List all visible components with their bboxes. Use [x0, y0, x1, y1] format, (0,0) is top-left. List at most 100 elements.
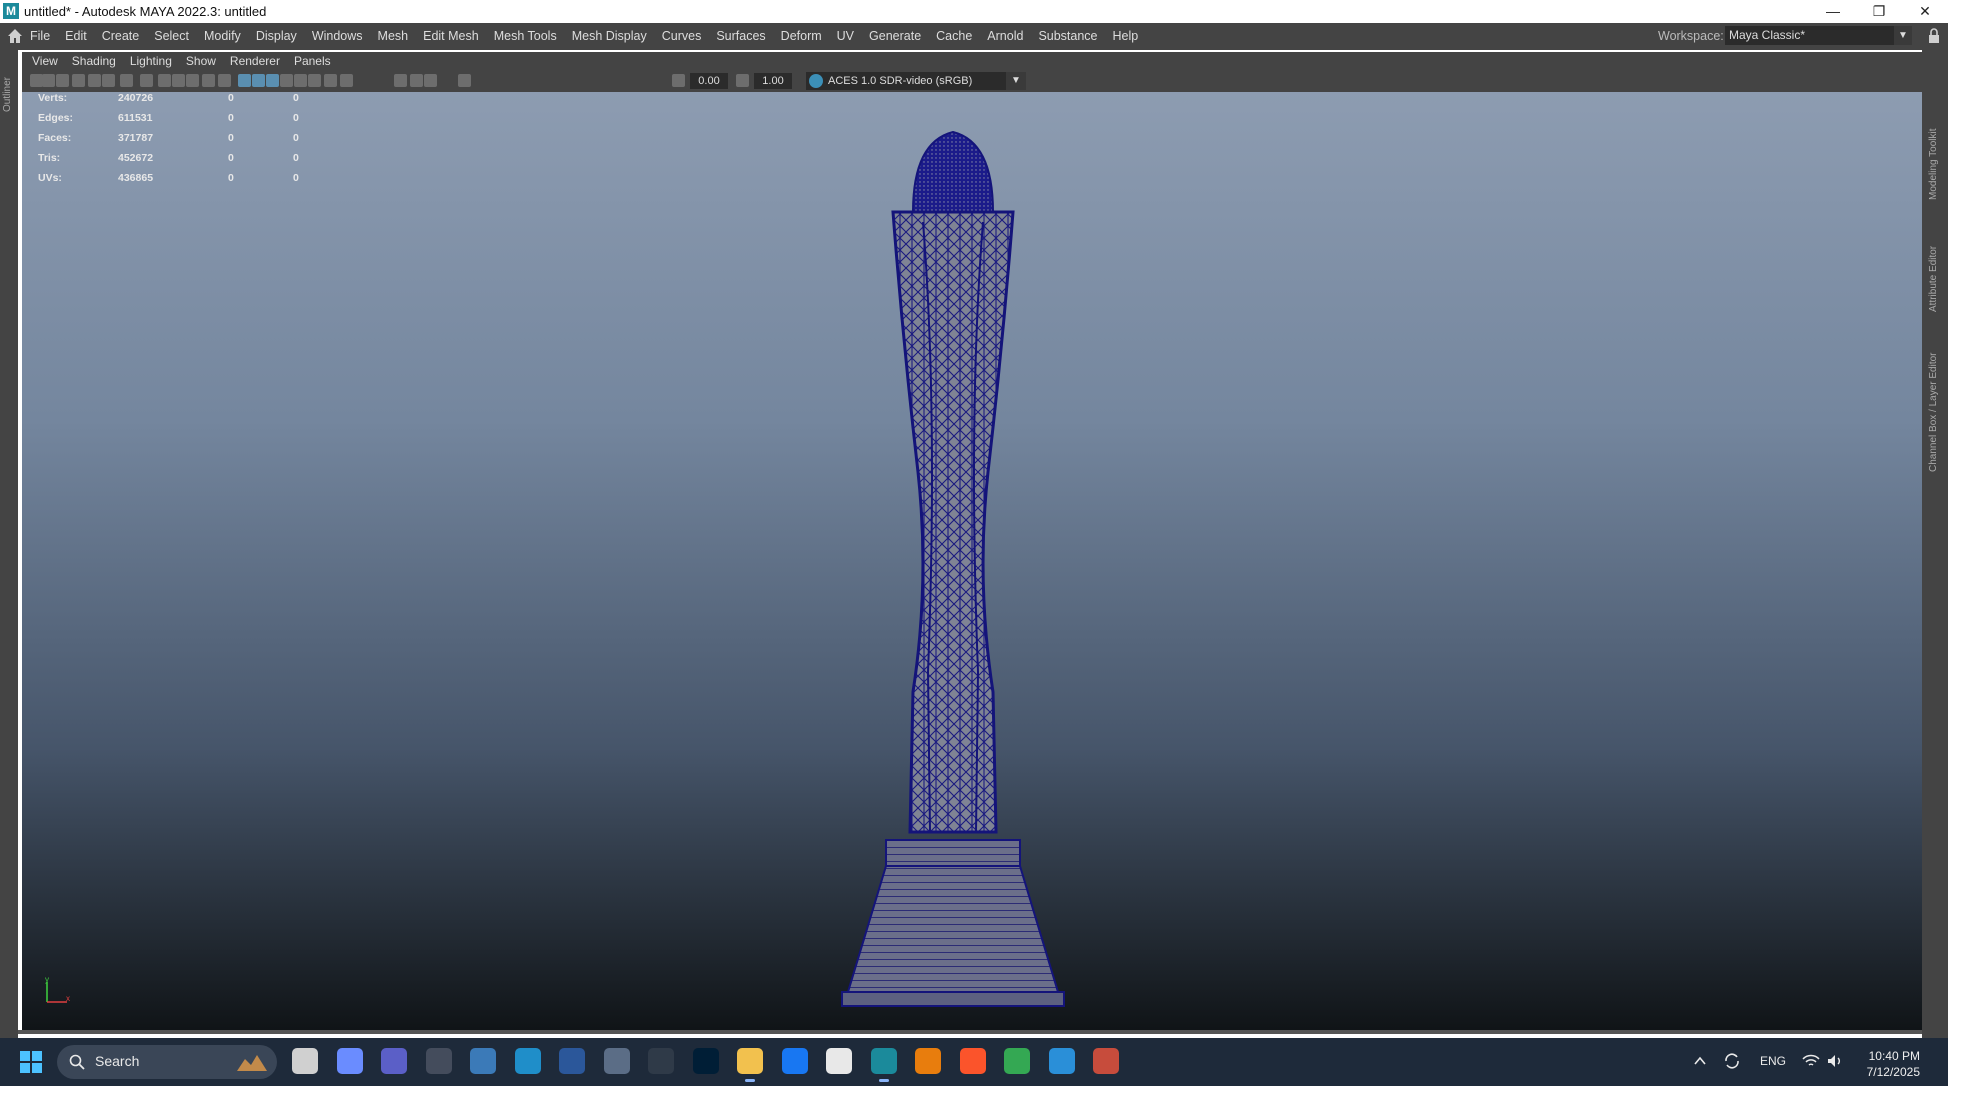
menu-deform[interactable]: Deform [781, 29, 822, 43]
panel-menu-panels[interactable]: Panels [294, 52, 331, 70]
edge-taskbar-icon[interactable] [514, 1048, 541, 1074]
panel-menu-shading[interactable]: Shading [72, 52, 116, 70]
axis-gizmo: y x [45, 977, 70, 1003]
gamma-field[interactable]: 1.00 [754, 73, 792, 89]
film-gate-icon[interactable] [140, 74, 153, 87]
xray-joints-icon[interactable] [424, 74, 437, 87]
blender-taskbar-icon[interactable] [915, 1048, 941, 1074]
camera-taskbar-icon[interactable] [648, 1048, 674, 1074]
hud-total: 240726 [118, 92, 154, 104]
wifi-icon[interactable] [1802, 1053, 1820, 1069]
menu-surfaces[interactable]: Surfaces [716, 29, 765, 43]
panel-menu-renderer[interactable]: Renderer [230, 52, 280, 70]
task-view-taskbar-icon[interactable] [292, 1048, 318, 1074]
menu-curves[interactable]: Curves [662, 29, 702, 43]
windows-taskbar: Search ENG 10:40 PM 7/12/2025 [0, 1038, 1948, 1086]
teams-taskbar-icon[interactable] [381, 1048, 407, 1074]
running-indicator [878, 1079, 889, 1082]
color-space-dropdown[interactable]: ACES 1.0 SDR-video (sRGB) ▼ [806, 72, 1026, 90]
menu-arnold[interactable]: Arnold [987, 29, 1023, 43]
photoshop-taskbar-icon[interactable] [692, 1048, 719, 1074]
brave-taskbar-icon[interactable] [959, 1048, 986, 1074]
camera-attr-icon[interactable] [42, 74, 55, 87]
menu-display[interactable]: Display [256, 29, 297, 43]
field-chart-icon[interactable] [186, 74, 199, 87]
language-indicator[interactable]: ENG [1760, 1054, 1786, 1070]
home-icon[interactable] [6, 27, 24, 45]
2d-pan-icon[interactable] [88, 74, 101, 87]
panel-menu-lighting[interactable]: Lighting [130, 52, 172, 70]
windows-start-icon[interactable] [20, 1051, 42, 1073]
exposure-field[interactable]: 0.00 [690, 73, 728, 89]
safe-title-icon[interactable] [218, 74, 231, 87]
xray-icon[interactable] [410, 74, 423, 87]
menu-mesh[interactable]: Mesh [378, 29, 409, 43]
textured-icon[interactable] [266, 74, 279, 87]
menu-file[interactable]: File [30, 29, 50, 43]
lights-icon[interactable] [280, 74, 293, 87]
browser-taskbar-icon[interactable] [1048, 1048, 1075, 1074]
messenger-taskbar-icon[interactable] [781, 1048, 808, 1074]
maya-taskbar-icon[interactable] [870, 1048, 897, 1082]
lock-icon[interactable] [1928, 28, 1940, 44]
resolution-gate-icon[interactable] [158, 74, 171, 87]
outliner-side-tab[interactable]: Outliner [0, 50, 18, 1060]
close-button[interactable]: ✕ [1902, 0, 1948, 23]
perspective-viewport[interactable]: Verts: 240726 0 0 Edges: 611531 0 0 Faces: 371787… [22, 92, 1922, 1030]
menu-generate[interactable]: Generate [869, 29, 921, 43]
news-taskbar-icon[interactable] [425, 1048, 452, 1074]
isolate-select-icon[interactable] [394, 74, 407, 87]
grease-pencil-icon[interactable] [102, 74, 115, 87]
wireframe-icon[interactable] [238, 74, 251, 87]
word-taskbar-icon[interactable] [559, 1048, 585, 1074]
ambient-occlusion-icon[interactable] [308, 74, 321, 87]
file-explorer-taskbar-icon[interactable] [737, 1048, 763, 1082]
panel-menu-view[interactable]: View [32, 52, 58, 70]
trophy-wireframe-model[interactable] [798, 112, 1108, 1012]
menu-edit-mesh[interactable]: Edit Mesh [423, 29, 479, 43]
menu-help[interactable]: Help [1113, 29, 1139, 43]
notepad-taskbar-icon[interactable] [603, 1048, 630, 1074]
menu-windows[interactable]: Windows [312, 29, 363, 43]
taskbar-clock[interactable]: 10:40 PM 7/12/2025 [1848, 1048, 1920, 1080]
exposure-icon[interactable] [672, 74, 685, 87]
image-plane-icon[interactable] [72, 74, 85, 87]
restore-button[interactable]: ❐ [1856, 0, 1902, 23]
menu-select[interactable]: Select [154, 29, 189, 43]
menu-uv[interactable]: UV [837, 29, 854, 43]
menu-mesh-tools[interactable]: Mesh Tools [494, 29, 557, 43]
minimize-button[interactable]: — [1810, 0, 1856, 23]
sync-icon[interactable] [1723, 1052, 1741, 1070]
panel-menu-show[interactable]: Show [186, 52, 216, 70]
menu-modify[interactable]: Modify [204, 29, 241, 43]
gate-mask-icon[interactable] [172, 74, 185, 87]
menu-create[interactable]: Create [102, 29, 140, 43]
workspace-dropdown[interactable]: Maya Classic* ▼ [1725, 26, 1912, 45]
menu-substance[interactable]: Substance [1038, 29, 1097, 43]
smooth-shade-icon[interactable] [252, 74, 265, 87]
chrome-taskbar-icon[interactable] [1004, 1048, 1030, 1074]
volume-icon[interactable] [1826, 1053, 1844, 1069]
safe-action-icon[interactable] [202, 74, 215, 87]
menu-cache[interactable]: Cache [936, 29, 972, 43]
menu-edit[interactable]: Edit [65, 29, 87, 43]
menu-mesh-display[interactable]: Mesh Display [572, 29, 647, 43]
channel-box-tab[interactable]: Channel Box / Layer Editor [1928, 352, 1939, 472]
3d-app-taskbar-icon[interactable] [1093, 1048, 1119, 1074]
motion-blur-icon[interactable] [324, 74, 337, 87]
grid-icon[interactable] [120, 74, 133, 87]
modeling-toolkit-tab[interactable]: Modeling Toolkit [1928, 128, 1939, 200]
copilot-taskbar-icon[interactable] [336, 1048, 363, 1074]
hud-triangles: 0 [293, 152, 299, 164]
gamma-icon[interactable] [736, 74, 749, 87]
taskbar-search-box[interactable]: Search [57, 1045, 277, 1079]
chevron-up-icon[interactable] [1693, 1054, 1707, 1068]
axis-y-label: y [45, 977, 49, 984]
calculator-taskbar-icon[interactable] [470, 1048, 496, 1074]
anti-aliasing-icon[interactable] [340, 74, 353, 87]
xray-components-icon[interactable] [458, 74, 471, 87]
shadows-icon[interactable] [294, 74, 307, 87]
unity-taskbar-icon[interactable] [826, 1048, 852, 1074]
bookmark-icon[interactable] [56, 74, 69, 87]
attribute-editor-tab[interactable]: Attribute Editor [1928, 246, 1939, 312]
